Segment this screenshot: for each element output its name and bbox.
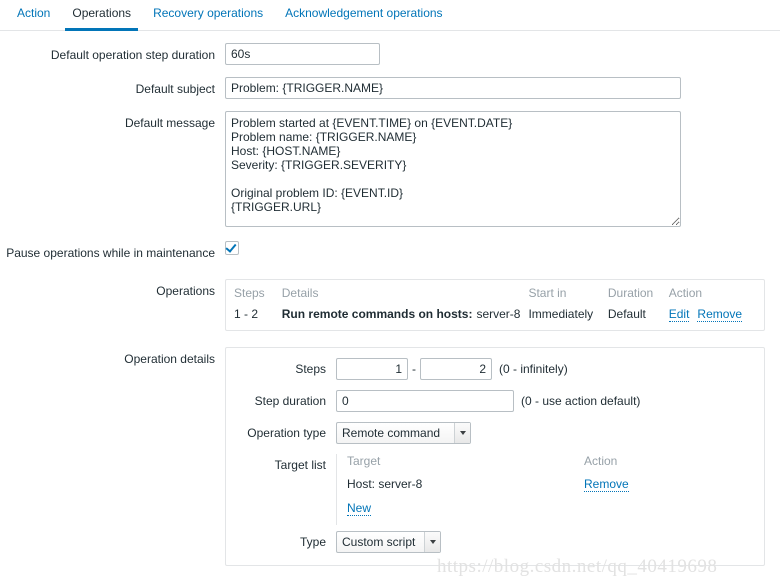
- tab-list: Action Operations Recovery operations Ac…: [0, 0, 780, 31]
- label-operations: Operations: [156, 284, 215, 298]
- field-row-default-message: Default message Problem started at {EVEN…: [0, 111, 780, 227]
- target-list-new-row: New: [347, 501, 704, 525]
- operation-details-panel: Steps - (0 - infinitely) Step duration (…: [225, 347, 765, 566]
- default-step-duration-input[interactable]: [225, 43, 380, 65]
- field-type: Custom script: [336, 531, 764, 553]
- label-default-step-duration: Default operation step duration: [50, 48, 215, 62]
- cell-target: Host: server-8: [347, 477, 423, 491]
- column-header-details: Details: [281, 286, 319, 300]
- detail-row-type: Type Custom script: [226, 531, 764, 553]
- label-default-message: Default message: [124, 116, 215, 130]
- new-target-link[interactable]: New: [347, 501, 372, 516]
- field-default-subject: [225, 77, 780, 99]
- table-row: Host: server-8 Remove: [347, 477, 704, 501]
- column-header-steps: Steps: [234, 286, 265, 300]
- cell-new-target: New: [347, 501, 584, 525]
- operation-type-selected-value: Remote command: [342, 426, 441, 440]
- operations-table-panel: Steps Details Start in Duration Action 1…: [225, 279, 765, 331]
- cell-duration: Default: [607, 307, 646, 321]
- type-select[interactable]: Custom script: [336, 531, 441, 553]
- pause-maintenance-checkbox[interactable]: [225, 241, 239, 255]
- operation-type-select[interactable]: Remote command: [336, 422, 471, 444]
- tab-action[interactable]: Action: [6, 0, 61, 30]
- detail-row-steps: Steps - (0 - infinitely): [226, 358, 764, 380]
- cell-details-value: server-8: [476, 307, 521, 321]
- field-row-operation-details: Operation details Steps - (0 - infinitel…: [0, 347, 780, 566]
- field-row-default-step-duration: Default operation step duration: [0, 43, 780, 67]
- operations-table: Steps Details Start in Duration Action 1…: [232, 284, 758, 324]
- default-message-textarea[interactable]: Problem started at {EVENT.TIME} on {EVEN…: [225, 111, 681, 227]
- field-steps: - (0 - infinitely): [336, 358, 764, 380]
- column-header-start-in: Start in: [528, 286, 567, 300]
- target-list-box: Target Action Host: server-8 Remove New: [336, 454, 704, 525]
- operations-form: Default operation step duration Default …: [0, 31, 780, 566]
- field-step-duration: (0 - use action default): [336, 390, 764, 412]
- chevron-down-icon: [424, 532, 440, 552]
- cell-details-label: Run remote commands on hosts:: [281, 307, 473, 321]
- field-row-pause-maintenance: Pause operations while in maintenance: [0, 241, 780, 265]
- field-operations-list: Steps Details Start in Duration Action 1…: [225, 279, 780, 331]
- tab-operations[interactable]: Operations: [61, 0, 142, 31]
- label-step-duration: Step duration: [254, 394, 326, 408]
- step-duration-hint: (0 - use action default): [521, 394, 641, 408]
- chevron-down-icon: [454, 423, 470, 443]
- column-header-duration: Duration: [607, 286, 654, 300]
- label-default-subject: Default subject: [135, 82, 215, 96]
- cell-start-in: Immediately: [528, 307, 594, 321]
- tab-bar: Action Operations Recovery operations Ac…: [0, 0, 780, 31]
- target-list-table: Target Action Host: server-8 Remove New: [347, 454, 704, 525]
- label-steps: Steps: [295, 362, 326, 376]
- cell-steps: 1 - 2: [234, 307, 259, 321]
- detail-row-operation-type: Operation type Remote command: [226, 422, 764, 444]
- steps-to-input[interactable]: [420, 358, 492, 380]
- label-operation-details: Operation details: [124, 352, 215, 366]
- step-duration-input[interactable]: [336, 390, 514, 412]
- cell-empty: [584, 501, 704, 525]
- detail-row-target-list: Target list Target Action Host: server-8…: [226, 454, 764, 525]
- label-target-list: Target list: [274, 458, 326, 472]
- target-list-header-row: Target Action: [347, 454, 704, 477]
- edit-operation-link[interactable]: Edit: [668, 307, 690, 322]
- steps-separator: -: [412, 362, 416, 376]
- field-default-step-duration: [225, 43, 780, 65]
- type-selected-value: Custom script: [342, 535, 416, 549]
- steps-hint: (0 - infinitely): [499, 362, 568, 376]
- cell-details: Run remote commands on hosts: server-8: [280, 305, 527, 324]
- remove-target-link[interactable]: Remove: [584, 477, 629, 492]
- column-header-target: Target: [347, 454, 381, 468]
- column-header-target-action: Action: [584, 454, 618, 468]
- operations-table-header-row: Steps Details Start in Duration Action: [232, 284, 758, 305]
- field-default-message: Problem started at {EVENT.TIME} on {EVEN…: [225, 111, 780, 227]
- field-operation-details: Steps - (0 - infinitely) Step duration (…: [225, 347, 780, 566]
- remove-operation-link[interactable]: Remove: [697, 307, 743, 322]
- tab-acknowledgement-operations[interactable]: Acknowledgement operations: [274, 0, 453, 30]
- tab-recovery-operations[interactable]: Recovery operations: [142, 0, 274, 30]
- column-header-action: Action: [668, 286, 703, 300]
- cell-action: Edit Remove: [667, 305, 758, 324]
- cell-target-action: Remove: [584, 477, 704, 501]
- default-subject-input[interactable]: [225, 77, 681, 99]
- detail-row-step-duration: Step duration (0 - use action default): [226, 390, 764, 412]
- label-operation-type: Operation type: [247, 426, 326, 440]
- steps-from-input[interactable]: [336, 358, 408, 380]
- label-pause-maintenance: Pause operations while in maintenance: [6, 246, 215, 260]
- field-row-operations-list: Operations Steps Details Start in Durati…: [0, 279, 780, 331]
- field-row-default-subject: Default subject: [0, 77, 780, 101]
- field-target-list: Target Action Host: server-8 Remove New: [336, 454, 764, 525]
- field-operation-type: Remote command: [336, 422, 764, 444]
- field-pause-maintenance: [225, 241, 780, 255]
- label-type: Type: [299, 535, 326, 549]
- table-row: 1 - 2 Run remote commands on hosts: serve…: [232, 305, 758, 324]
